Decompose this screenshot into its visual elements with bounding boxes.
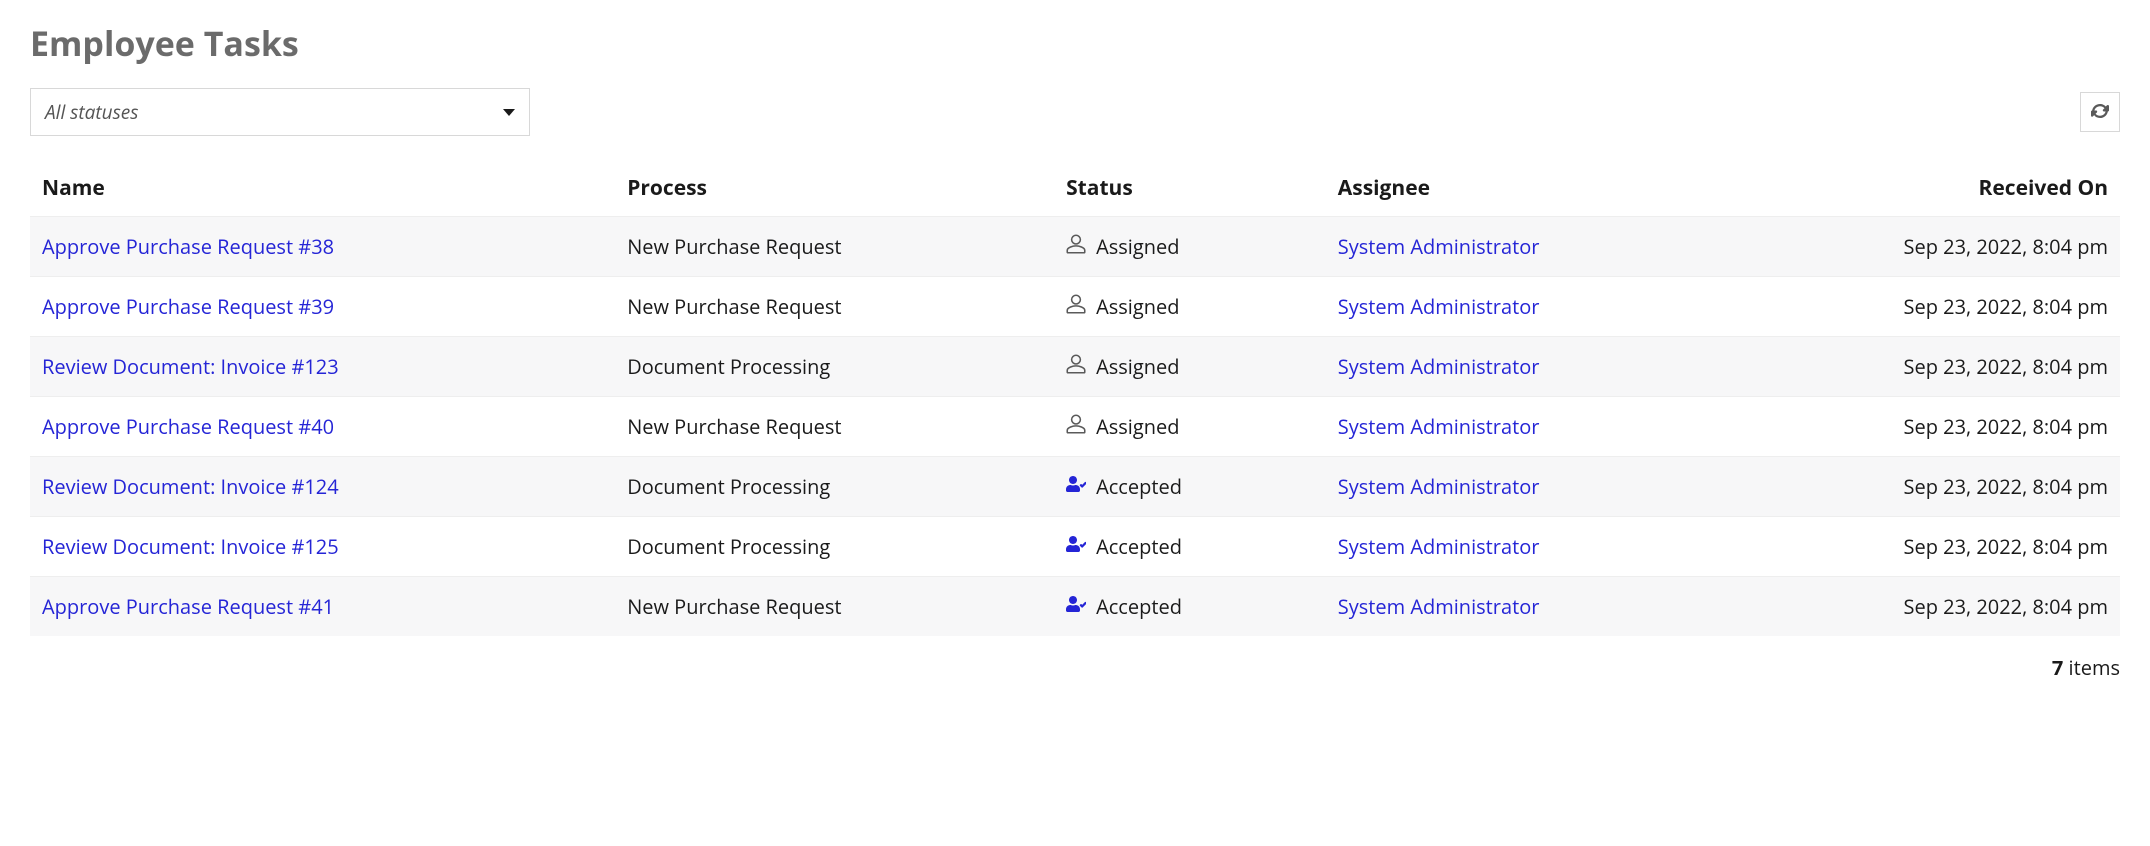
- table-row: Review Document: Invoice #123 Document Pr…: [30, 337, 2120, 397]
- status-cell: Assigned: [1066, 353, 1314, 380]
- task-name-link[interactable]: Review Document: Invoice #123: [42, 353, 339, 380]
- process-cell: New Purchase Request: [615, 277, 1054, 337]
- status-text: Accepted: [1096, 473, 1182, 500]
- column-header-process[interactable]: Process: [615, 160, 1054, 217]
- user-outline-icon: [1066, 353, 1086, 380]
- received-cell: Sep 23, 2022, 8:04 pm: [1786, 217, 2120, 277]
- user-check-icon: [1066, 473, 1086, 500]
- table-row: Review Document: Invoice #125 Document Pr…: [30, 517, 2120, 577]
- status-cell: Accepted: [1066, 473, 1314, 500]
- process-cell: New Purchase Request: [615, 577, 1054, 637]
- page-title: Employee Tasks: [30, 20, 2120, 66]
- user-check-icon: [1066, 533, 1086, 560]
- items-count: 7: [2052, 654, 2063, 681]
- refresh-button[interactable]: [2080, 92, 2120, 132]
- assignee-link[interactable]: System Administrator: [1338, 413, 1540, 440]
- status-text: Accepted: [1096, 533, 1182, 560]
- assignee-link[interactable]: System Administrator: [1338, 593, 1540, 620]
- table-footer: 7 items: [30, 654, 2120, 681]
- status-cell: Assigned: [1066, 413, 1314, 440]
- status-text: Assigned: [1096, 293, 1179, 320]
- task-name-link[interactable]: Approve Purchase Request #40: [42, 413, 334, 440]
- task-name-link[interactable]: Review Document: Invoice #124: [42, 473, 339, 500]
- task-name-link[interactable]: Review Document: Invoice #125: [42, 533, 339, 560]
- status-text: Assigned: [1096, 353, 1179, 380]
- column-header-assignee[interactable]: Assignee: [1326, 160, 1786, 217]
- process-cell: New Purchase Request: [615, 217, 1054, 277]
- status-text: Assigned: [1096, 233, 1179, 260]
- column-header-name[interactable]: Name: [30, 160, 615, 217]
- process-cell: Document Processing: [615, 517, 1054, 577]
- received-cell: Sep 23, 2022, 8:04 pm: [1786, 517, 2120, 577]
- table-row: Approve Purchase Request #39 New Purchase…: [30, 277, 2120, 337]
- toolbar: All statuses: [30, 88, 2120, 136]
- caret-down-icon: [503, 109, 515, 116]
- assignee-link[interactable]: System Administrator: [1338, 533, 1540, 560]
- status-cell: Assigned: [1066, 233, 1314, 260]
- task-name-link[interactable]: Approve Purchase Request #39: [42, 293, 334, 320]
- table-row: Approve Purchase Request #41 New Purchase…: [30, 577, 2120, 637]
- table-header-row: Name Process Status Assignee Received On: [30, 160, 2120, 217]
- status-cell: Accepted: [1066, 593, 1314, 620]
- column-header-status[interactable]: Status: [1054, 160, 1326, 217]
- user-outline-icon: [1066, 233, 1086, 260]
- process-cell: Document Processing: [615, 457, 1054, 517]
- table-row: Review Document: Invoice #124 Document Pr…: [30, 457, 2120, 517]
- column-header-received[interactable]: Received On: [1786, 160, 2120, 217]
- user-outline-icon: [1066, 413, 1086, 440]
- status-filter-placeholder: All statuses: [45, 99, 138, 125]
- task-name-link[interactable]: Approve Purchase Request #38: [42, 233, 334, 260]
- status-filter-select[interactable]: All statuses: [30, 88, 530, 136]
- assignee-link[interactable]: System Administrator: [1338, 233, 1540, 260]
- tasks-table: Name Process Status Assignee Received On…: [30, 160, 2120, 636]
- received-cell: Sep 23, 2022, 8:04 pm: [1786, 457, 2120, 517]
- status-text: Accepted: [1096, 593, 1182, 620]
- table-row: Approve Purchase Request #38 New Purchase…: [30, 217, 2120, 277]
- items-label-text: items: [2069, 654, 2120, 681]
- process-cell: Document Processing: [615, 337, 1054, 397]
- status-text: Assigned: [1096, 413, 1179, 440]
- user-outline-icon: [1066, 293, 1086, 320]
- received-cell: Sep 23, 2022, 8:04 pm: [1786, 337, 2120, 397]
- assignee-link[interactable]: System Administrator: [1338, 473, 1540, 500]
- assignee-link[interactable]: System Administrator: [1338, 353, 1540, 380]
- refresh-icon: [2091, 102, 2109, 123]
- table-row: Approve Purchase Request #40 New Purchase…: [30, 397, 2120, 457]
- task-name-link[interactable]: Approve Purchase Request #41: [42, 593, 334, 620]
- status-cell: Assigned: [1066, 293, 1314, 320]
- received-cell: Sep 23, 2022, 8:04 pm: [1786, 577, 2120, 637]
- user-check-icon: [1066, 593, 1086, 620]
- status-cell: Accepted: [1066, 533, 1314, 560]
- received-cell: Sep 23, 2022, 8:04 pm: [1786, 277, 2120, 337]
- process-cell: New Purchase Request: [615, 397, 1054, 457]
- assignee-link[interactable]: System Administrator: [1338, 293, 1540, 320]
- received-cell: Sep 23, 2022, 8:04 pm: [1786, 397, 2120, 457]
